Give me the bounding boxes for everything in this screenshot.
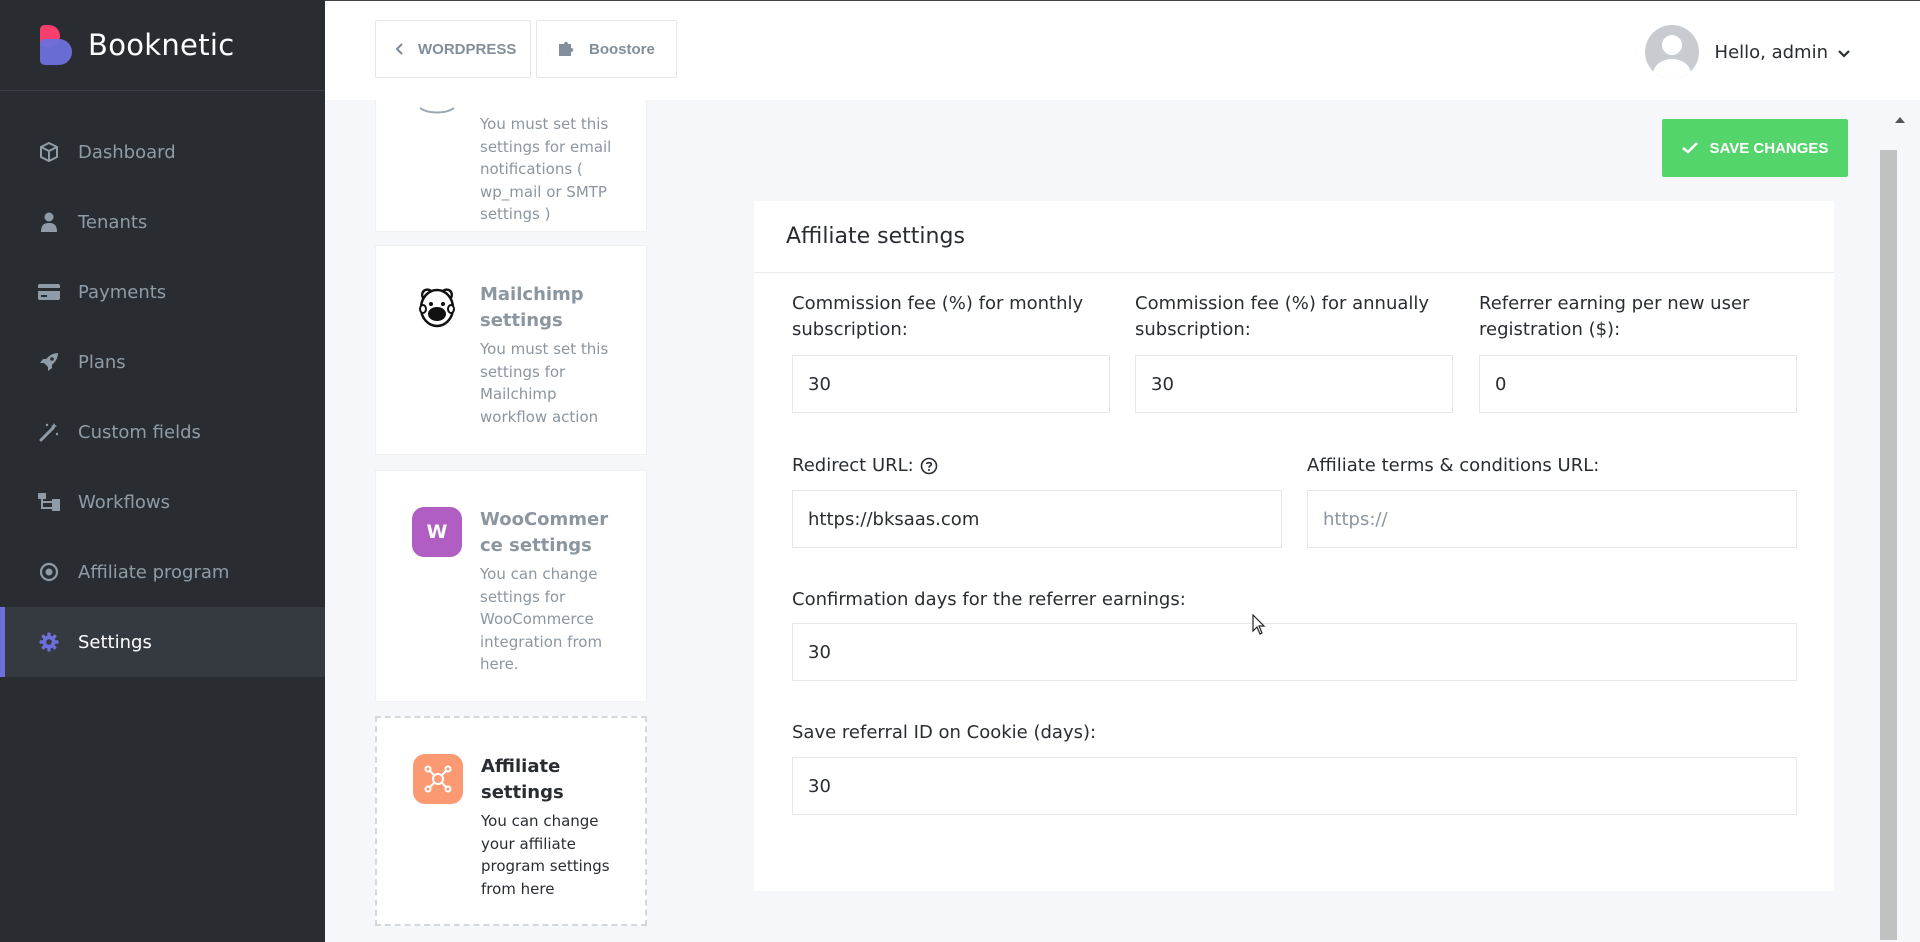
panel-title: Affiliate settings xyxy=(754,201,1834,273)
gear-icon xyxy=(38,631,60,653)
settings-cards-list: You must set this settings for email not… xyxy=(325,100,705,942)
sidebar-item-custom-fields[interactable]: Custom fields xyxy=(0,397,325,467)
card-title: Affiliate settings xyxy=(481,756,564,803)
monthly-commission-field: Commission fee (%) for monthly subscript… xyxy=(792,291,1110,426)
wordpress-label: WORDPRESS xyxy=(418,40,517,58)
user-icon xyxy=(38,211,60,233)
save-changes-label: SAVE CHANGES xyxy=(1709,139,1829,157)
scroll-thumb[interactable] xyxy=(1880,150,1897,940)
redirect-url-input[interactable] xyxy=(792,490,1282,548)
field-label: Commission fee (%) for annually subscrip… xyxy=(1135,293,1430,340)
card-title: Mailchimp settings xyxy=(480,284,584,331)
email-icon xyxy=(412,107,462,159)
scroll-up-arrow-icon[interactable] xyxy=(1895,108,1905,127)
brand[interactable]: Booknetic xyxy=(0,0,325,91)
main-content: SAVE CHANGES Affiliate settings Commissi… xyxy=(705,100,1880,942)
workflow-icon xyxy=(38,491,60,513)
sidebar-item-dashboard[interactable]: Dashboard xyxy=(0,117,325,187)
scrollbar[interactable] xyxy=(1880,100,1920,942)
sidebar-item-payments[interactable]: Payments xyxy=(0,257,325,327)
brand-name: Booknetic xyxy=(88,28,235,62)
boostore-button[interactable]: Boostore xyxy=(536,20,677,78)
card-description: You must set this settings for Mailchimp… xyxy=(480,340,609,426)
mailchimp-icon xyxy=(412,282,462,332)
magic-wand-icon xyxy=(38,421,60,443)
sidebar-item-label: Affiliate program xyxy=(78,561,230,583)
boostore-label: Boostore xyxy=(589,40,655,58)
field-label: Redirect URL: xyxy=(792,455,914,476)
save-changes-button[interactable]: SAVE CHANGES xyxy=(1662,119,1848,177)
wordpress-button[interactable]: WORDPRESS xyxy=(375,20,531,78)
mouse-cursor-icon xyxy=(1252,613,1266,640)
woocommerce-icon: W xyxy=(412,507,462,557)
sidebar-item-label: Tenants xyxy=(78,211,148,233)
sidebar-item-label: Dashboard xyxy=(78,141,176,163)
terms-url-input[interactable] xyxy=(1307,490,1797,548)
confirmation-days-input[interactable] xyxy=(792,623,1797,681)
sidebar-item-label: Workflows xyxy=(78,491,171,513)
field-label: Commission fee (%) for monthly subscript… xyxy=(792,293,1084,340)
credit-card-icon xyxy=(38,281,60,303)
field-label: Referrer earning per new user registrati… xyxy=(1479,293,1750,340)
email-settings-card[interactable]: You must set this settings for email not… xyxy=(375,100,647,232)
card-description: You must set this settings for email not… xyxy=(480,115,612,223)
affiliate-icon xyxy=(413,754,463,804)
terms-url-field: Affiliate terms & conditions URL: xyxy=(1307,453,1797,573)
sidebar-item-workflows[interactable]: Workflows xyxy=(0,467,325,537)
puzzle-icon xyxy=(557,40,575,58)
field-label: Confirmation days for the referrer earni… xyxy=(792,589,1186,610)
avatar xyxy=(1644,25,1699,79)
sidebar-item-label: Payments xyxy=(78,281,167,303)
sidebar-item-affiliate-program[interactable]: Affiliate program xyxy=(0,537,325,607)
sidebar-item-label: Settings xyxy=(78,631,152,653)
sidebar-item-plans[interactable]: Plans xyxy=(0,327,325,397)
affiliate-settings-panel: Affiliate settings Commission fee (%) fo… xyxy=(754,201,1834,891)
monthly-commission-input[interactable] xyxy=(792,355,1110,413)
sidebar-item-settings[interactable]: Settings xyxy=(0,607,325,677)
booknetic-logo-icon xyxy=(40,25,72,65)
woocommerce-settings-card[interactable]: W WooCommerce settings You can change se… xyxy=(375,470,647,702)
referrer-earning-field: Referrer earning per new user registrati… xyxy=(1479,291,1797,426)
user-greeting: Hello, admin xyxy=(1714,41,1828,63)
topbar: WORDPRESS Boostore Hello, admin xyxy=(325,0,1920,100)
cookie-days-input[interactable] xyxy=(792,757,1797,815)
card-description: You can change your affiliate program se… xyxy=(481,812,610,898)
field-label-row: Redirect URL: xyxy=(792,453,1282,479)
user-menu[interactable]: Hello, admin xyxy=(1644,25,1850,79)
sidebar-item-label: Custom fields xyxy=(78,421,201,443)
card-description: You can change settings for WooCommerce … xyxy=(480,565,603,673)
affiliate-settings-card[interactable]: Affiliate settings You can change your a… xyxy=(375,716,647,926)
field-label: Affiliate terms & conditions URL: xyxy=(1307,455,1600,476)
check-icon xyxy=(1681,142,1698,154)
sidebar-item-tenants[interactable]: Tenants xyxy=(0,187,325,257)
target-icon xyxy=(38,561,60,583)
rocket-icon xyxy=(38,351,60,373)
mailchimp-settings-card[interactable]: Mailchimp settings You must set this set… xyxy=(375,245,647,455)
confirmation-days-field: Confirmation days for the referrer earni… xyxy=(792,587,1797,707)
annual-commission-field: Commission fee (%) for annually subscrip… xyxy=(1135,291,1453,426)
chevron-left-icon xyxy=(396,43,404,55)
cube-icon xyxy=(38,141,60,163)
chevron-down-icon xyxy=(1838,43,1850,62)
field-label: Save referral ID on Cookie (days): xyxy=(792,722,1097,743)
sidebar: Booknetic Dashboard Tenants Payments Pla… xyxy=(0,0,325,942)
redirect-url-field: Redirect URL: xyxy=(792,453,1282,573)
annual-commission-input[interactable] xyxy=(1135,355,1453,413)
cookie-days-field: Save referral ID on Cookie (days): xyxy=(792,720,1797,840)
sidebar-item-label: Plans xyxy=(78,351,126,373)
question-circle-icon[interactable] xyxy=(920,457,938,475)
referrer-earning-input[interactable] xyxy=(1479,355,1797,413)
sidebar-nav: Dashboard Tenants Payments Plans Custom … xyxy=(0,117,325,677)
card-title: WooCommerce settings xyxy=(480,509,609,556)
